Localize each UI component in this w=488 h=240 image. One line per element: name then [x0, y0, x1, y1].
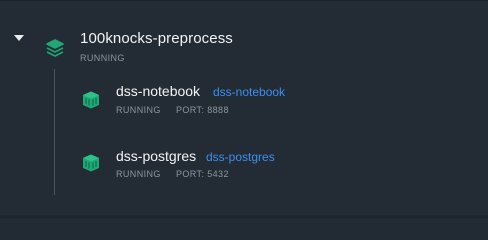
container-cube-icon — [81, 153, 101, 173]
container-cube-icon — [81, 90, 101, 110]
top-divider — [0, 0, 488, 1]
compose-group-row[interactable]: 100knocks-preprocess RUNNING — [0, 14, 488, 63]
container-status: RUNNING — [116, 105, 161, 115]
container-status: RUNNING — [116, 169, 161, 179]
bottom-divider — [0, 215, 488, 218]
container-name: dss-notebook — [116, 83, 201, 99]
container-link[interactable]: dss-notebook — [213, 85, 285, 100]
group-title: 100knocks-preprocess — [80, 30, 233, 47]
container-port: PORT: 5432 — [176, 169, 229, 179]
container-row-dss-postgres[interactable]: dss-postgres dss-postgres RUNNING PORT: … — [0, 147, 488, 187]
container-link[interactable]: dss-postgres — [206, 150, 275, 165]
container-list-panel: 100knocks-preprocess RUNNING dss-noteboo… — [0, 0, 488, 218]
group-status: RUNNING — [80, 53, 125, 63]
container-name: dss-postgres — [116, 148, 197, 164]
container-row-dss-notebook[interactable]: dss-notebook dss-notebook RUNNING PORT: … — [0, 82, 488, 122]
container-port: PORT: 8888 — [176, 105, 229, 115]
chevron-down-icon[interactable] — [14, 35, 24, 41]
stack-icon — [45, 38, 65, 58]
